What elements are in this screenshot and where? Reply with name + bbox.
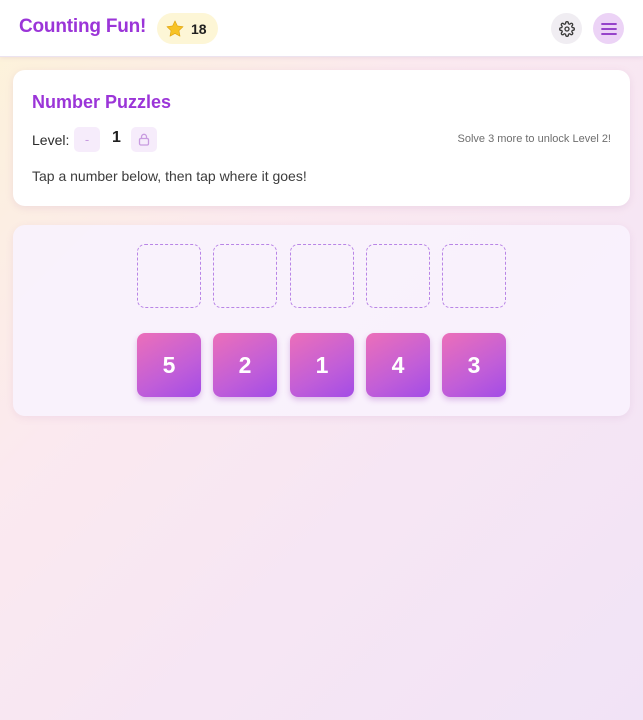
level-label: Level: bbox=[32, 132, 70, 148]
number-tile[interactable]: 3 bbox=[442, 333, 506, 397]
app-title: Counting Fun! bbox=[19, 16, 147, 37]
top-bar: Counting Fun! 18 bbox=[0, 0, 643, 57]
instruction-text: Tap a number below, then tap where it go… bbox=[32, 168, 307, 184]
star-counter: 18 bbox=[157, 13, 218, 44]
answer-slot-5[interactable] bbox=[442, 244, 506, 308]
hamburger-menu-icon bbox=[600, 22, 617, 35]
number-tile[interactable]: 1 bbox=[290, 333, 354, 397]
puzzle-info-card: Number Puzzles Level: - 1 Solve 3 more t… bbox=[13, 70, 630, 206]
answer-slot-2[interactable] bbox=[213, 244, 277, 308]
answer-slot-4[interactable] bbox=[366, 244, 430, 308]
number-tile[interactable]: 4 bbox=[366, 333, 430, 397]
number-tile[interactable]: 5 bbox=[137, 333, 201, 397]
gear-icon bbox=[558, 20, 575, 37]
page-title: Number Puzzles bbox=[32, 92, 172, 112]
star-icon bbox=[166, 20, 184, 37]
answer-slot-3[interactable] bbox=[290, 244, 354, 308]
level-locked-button[interactable] bbox=[131, 127, 157, 152]
settings-button[interactable] bbox=[551, 13, 582, 44]
answer-slot-1[interactable] bbox=[137, 244, 201, 308]
number-tile[interactable]: 2 bbox=[213, 333, 277, 397]
menu-button[interactable] bbox=[593, 13, 624, 44]
puzzle-board: 5 2 1 4 3 bbox=[13, 225, 630, 416]
unlock-hint: Solve 3 more to unlock Level 2! bbox=[457, 133, 611, 145]
lock-icon bbox=[138, 133, 150, 146]
level-decrement-button[interactable]: - bbox=[74, 127, 100, 152]
level-value: 1 bbox=[112, 129, 121, 146]
star-count: 18 bbox=[191, 20, 207, 37]
level-decrement-label: - bbox=[84, 132, 90, 147]
